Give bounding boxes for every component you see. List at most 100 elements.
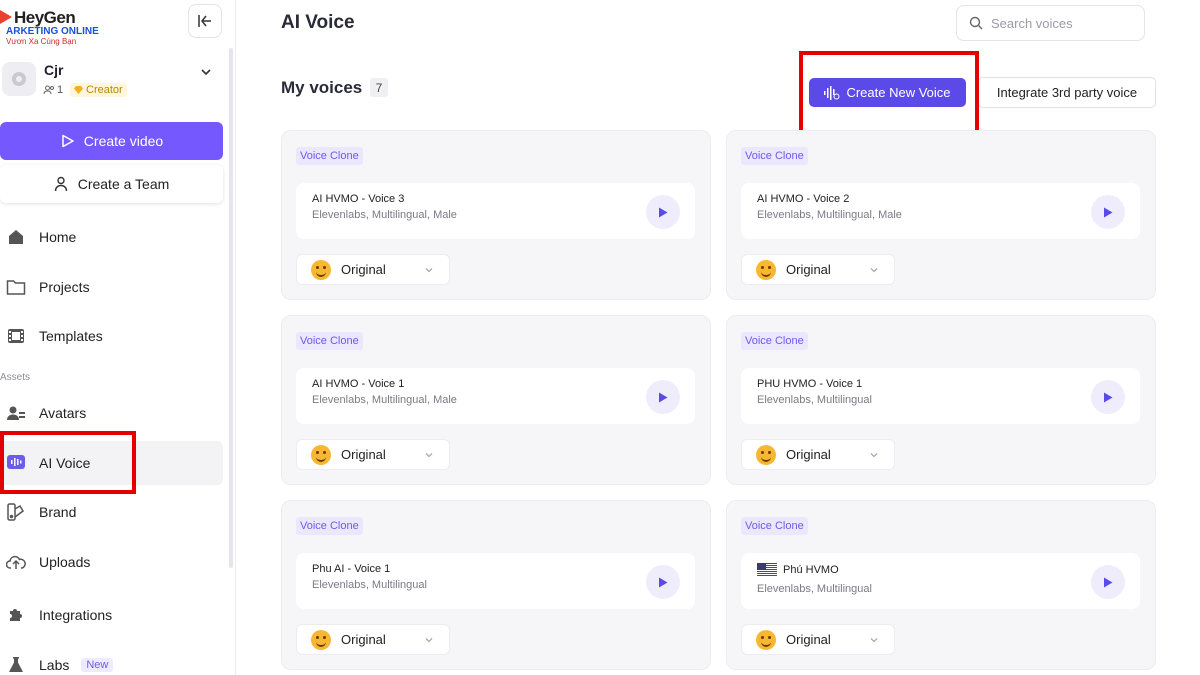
logo[interactable]: HeyGen ARKETING ONLINE Vươn Xa Cùng Bạn [0,6,99,46]
chevron-down-icon [425,638,433,643]
workspace-name: Cjr [44,62,64,78]
sidebar-item-projects[interactable]: Projects [0,265,223,309]
sidebar: HeyGen ARKETING ONLINE Vươn Xa Cùng Bạn … [0,0,236,675]
sidebar-item-avatars[interactable]: Avatars [0,391,223,435]
play-button[interactable] [1091,565,1125,599]
diamond-icon [74,86,83,94]
voice-card: Voice Clone PHU HVMO - Voice 1 Elevenlab… [726,315,1156,485]
voice-info[interactable]: AI HVMO - Voice 1 Elevenlabs, Multilingu… [296,368,695,424]
chevron-down-icon [870,638,878,643]
chevron-down-icon[interactable] [199,65,213,79]
play-button[interactable] [1091,195,1125,229]
voice-name-text: AI HVMO - Voice 3 [312,193,405,205]
gear-avatar-icon [12,72,26,86]
voice-style-select[interactable]: Original [296,624,450,655]
search-icon [969,16,983,30]
voice-card: Voice Clone AI HVMO - Voice 3 Elevenlabs… [281,130,711,300]
flask-icon [6,655,26,675]
sidebar-item-label: Projects [39,279,90,295]
sidebar-item-integrations[interactable]: Integrations [0,593,223,637]
brand-icon [6,502,26,522]
voice-name-text: AI HVMO - Voice 2 [757,193,850,205]
voice-clone-tag: Voice Clone [296,332,363,350]
smile-emoji-icon [756,259,776,280]
voice-clone-tag: Voice Clone [296,517,363,535]
play-icon [659,392,668,402]
voice-info[interactable]: AI HVMO - Voice 3 Elevenlabs, Multilingu… [296,183,695,239]
workspace-switcher[interactable]: Cjr 1 Creator [0,58,225,104]
person-icon [54,176,67,192]
sidebar-item-uploads[interactable]: Uploads [0,540,223,584]
voice-name: AI HVMO - Voice 1 [312,378,404,390]
logo-mark-icon [0,10,12,24]
search-box[interactable] [956,5,1145,41]
avatars-icon [6,403,26,423]
voice-clone-tag: Voice Clone [296,147,363,165]
play-icon [659,207,668,217]
create-team-button[interactable]: Create a Team [0,165,223,203]
create-team-label: Create a Team [77,176,170,192]
page-title: AI Voice [281,12,355,33]
voice-name: PHU HVMO - Voice 1 [757,378,862,390]
play-icon [1104,577,1113,587]
voice-style-value: Original [341,632,386,647]
voice-style-select[interactable]: Original [296,439,450,470]
smile-emoji-icon [311,259,331,280]
voice-name: Phú HVMO [757,563,839,576]
watermark-line1: ARKETING ONLINE [6,26,99,37]
voice-info[interactable]: Phu AI - Voice 1 Elevenlabs, Multilingua… [296,553,695,609]
voice-style-select[interactable]: Original [741,624,895,655]
voice-info[interactable]: AI HVMO - Voice 2 Elevenlabs, Multilingu… [741,183,1140,239]
integrate-voice-button[interactable]: Integrate 3rd party voice [978,77,1156,108]
play-button[interactable] [646,195,680,229]
voice-description: Elevenlabs, Multilingual [312,579,427,591]
members-icon [43,85,54,95]
voice-description: Elevenlabs, Multilingual, Male [312,394,457,406]
search-input[interactable] [991,15,1131,31]
chevron-down-icon [870,453,878,458]
home-icon [6,227,26,247]
voice-description: Elevenlabs, Multilingual [757,394,872,406]
us-flag-icon [757,563,777,576]
voice-style-value: Original [786,447,831,462]
voice-info[interactable]: Phú HVMO Elevenlabs, Multilingual [741,553,1140,609]
voice-name: Phu AI - Voice 1 [312,563,390,575]
play-button[interactable] [1091,380,1125,414]
voice-name-text: Phú HVMO [783,563,839,576]
voice-style-value: Original [786,262,831,277]
smile-emoji-icon [756,444,776,465]
voice-info[interactable]: PHU HVMO - Voice 1 Elevenlabs, Multiling… [741,368,1140,424]
sidebar-item-home[interactable]: Home [0,215,223,259]
collapse-left-icon [198,15,211,27]
upload-icon [6,552,26,572]
collapse-sidebar-button[interactable] [188,4,222,38]
highlight-box-ai-voice [0,431,136,494]
voice-card: Voice Clone Phú HVMO Elevenlabs, Multili… [726,500,1156,670]
voice-style-select[interactable]: Original [741,439,895,470]
chevron-down-icon [425,268,433,273]
voice-name-text: PHU HVMO - Voice 1 [757,378,863,390]
voice-description: Elevenlabs, Multilingual, Male [312,209,457,221]
play-icon [1104,207,1113,217]
create-video-button[interactable]: Create video [0,122,223,160]
workspace-avatar [2,62,36,96]
smile-emoji-icon [311,629,331,650]
voice-description: Elevenlabs, Multilingual [757,583,872,595]
sidebar-item-label: Avatars [39,405,87,421]
sidebar-item-brand[interactable]: Brand [0,490,223,534]
voice-description: Elevenlabs, Multilingual, Male [757,209,902,221]
sidebar-item-label: Integrations [39,607,113,623]
voice-style-select[interactable]: Original [741,254,895,285]
sidebar-item-templates[interactable]: Templates [0,314,223,358]
play-icon [1104,392,1113,402]
logo-text: HeyGen [14,8,76,27]
folder-icon [6,277,26,297]
sidebar-scrollbar[interactable] [229,48,233,568]
plan-name: Creator [86,84,123,96]
sidebar-item-labs[interactable]: Labs New [0,643,223,675]
play-button[interactable] [646,380,680,414]
voice-clone-tag: Voice Clone [741,332,808,350]
play-button[interactable] [646,565,680,599]
voice-style-select[interactable]: Original [296,254,450,285]
voice-card: Voice Clone Phu AI - Voice 1 Elevenlabs,… [281,500,711,670]
